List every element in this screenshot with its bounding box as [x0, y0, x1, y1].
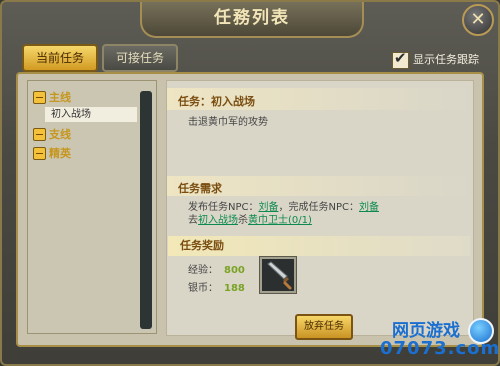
collapse-icon	[33, 127, 46, 141]
category-label: 主线	[49, 91, 71, 104]
window-title: 任務列表	[140, 2, 364, 38]
collapse-icon	[33, 146, 46, 160]
collapse-icon	[33, 90, 46, 104]
category-label: 精英	[49, 147, 71, 160]
coin-label: 银币：	[188, 283, 218, 294]
quest-description: 击退黄巾军的攻势	[188, 117, 268, 128]
quest-item-selected[interactable]: 初入战场	[45, 107, 137, 122]
tab-available-quests[interactable]: 可接任务	[102, 44, 178, 72]
reward-heading: 任务奖励	[168, 236, 470, 256]
target-link[interactable]: 黄巾卫士(0/1)	[248, 215, 312, 226]
category-label: 支线	[49, 128, 71, 141]
track-quest-checkbox[interactable]	[392, 49, 409, 69]
npc-link[interactable]: 刘备	[359, 202, 379, 213]
quest-list-scrollbar[interactable]	[140, 91, 152, 329]
exp-label: 经验：	[188, 265, 218, 276]
exp-value: 800	[224, 265, 245, 276]
location-link[interactable]: 初入战场	[198, 215, 238, 226]
track-quest-label: 显示任务跟踪	[413, 53, 479, 66]
globe-icon	[468, 318, 494, 344]
reward-coin: 银币： 188	[188, 279, 245, 294]
category-elite[interactable]: 精英	[33, 146, 71, 162]
category-main[interactable]: 主线	[33, 90, 71, 106]
requirement-kill-line: 去初入战场杀黄巾卫士(0/1)	[188, 211, 312, 226]
reward-exp: 经验： 800	[188, 261, 245, 276]
coin-value: 188	[224, 283, 245, 294]
quest-heading: 任务：初入战场	[178, 95, 255, 108]
label-text: 杀	[238, 215, 248, 226]
sword-icon	[267, 261, 292, 290]
abandon-quest-button[interactable]: 放弃任务	[295, 314, 353, 340]
category-side[interactable]: 支线	[33, 127, 71, 143]
tab-current-quests[interactable]: 当前任务	[22, 44, 98, 72]
reward-item-slot[interactable]	[260, 257, 296, 293]
requirement-heading: 任务需求	[178, 182, 222, 195]
close-button[interactable]: ✕	[462, 4, 494, 36]
label-text: 去	[188, 215, 198, 226]
